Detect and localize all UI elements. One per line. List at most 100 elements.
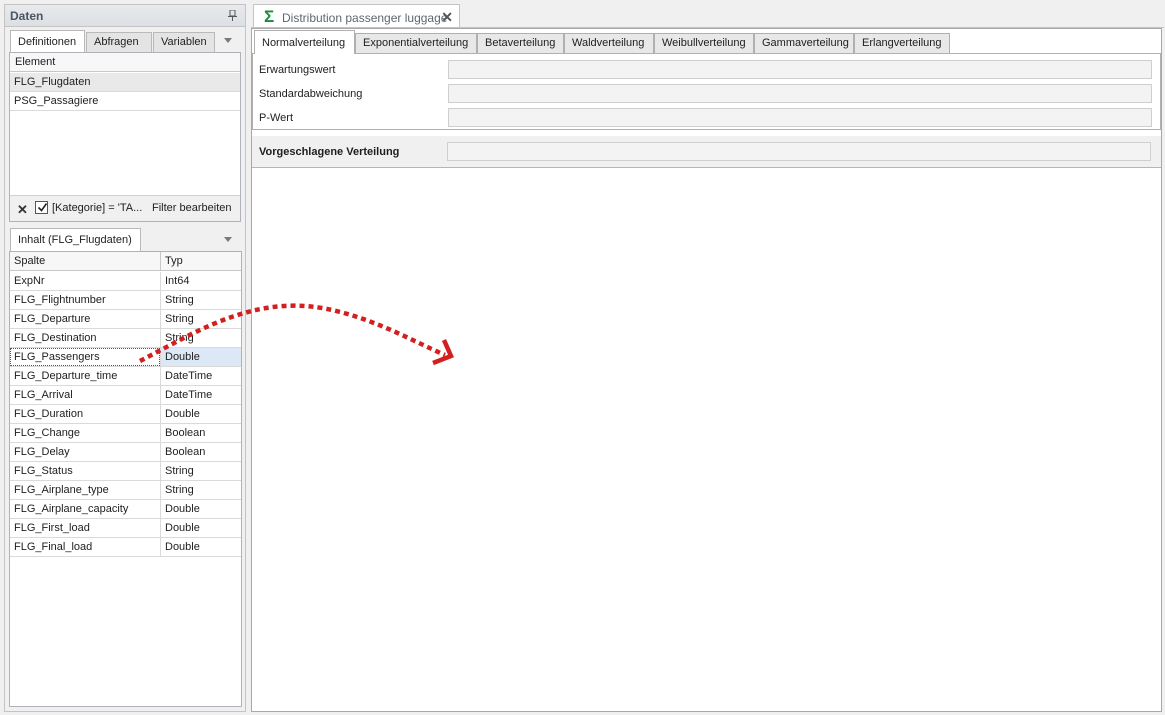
column-type: Boolean (165, 427, 206, 439)
suggested-distribution-label: Vorgeschlagene Verteilung (259, 146, 400, 158)
column-name: FLG_Final_load (14, 541, 93, 553)
column-name: FLG_Destination (14, 332, 97, 344)
normal-distribution-content: Erwartungswert Standardabweichung P-Wert (252, 53, 1161, 130)
sigma-icon: Σ (264, 7, 275, 26)
document-tab[interactable]: Σ Distribution passenger luggage ✕ (253, 4, 460, 28)
column-row[interactable]: FLG_Airplane_capacity Double (10, 500, 241, 519)
tab-label: Normalverteilung (262, 37, 346, 49)
column-name: FLG_Passengers (14, 351, 100, 363)
column-name: FLG_Airplane_capacity (14, 503, 129, 515)
column-type: DateTime (165, 370, 213, 382)
column-row[interactable]: FLG_Change Boolean (10, 424, 241, 443)
close-icon[interactable]: ✕ (441, 9, 453, 26)
column-row[interactable]: FLG_Airplane_type String (10, 481, 241, 500)
tab-betaverteilung[interactable]: Betaverteilung (477, 33, 564, 53)
column-name: FLG_Delay (14, 446, 70, 458)
clear-filter-icon[interactable]: ✕ (17, 202, 28, 218)
tab-weibullverteilung[interactable]: Weibullverteilung (654, 33, 754, 53)
panel-title: Daten (10, 9, 44, 23)
column-type: String (165, 484, 194, 496)
filter-expression: [Kategorie] = 'TA... (52, 202, 143, 214)
column-name: FLG_Departure_time (14, 370, 118, 382)
distribution-panel: Normalverteilung Exponentialverteilung B… (251, 28, 1162, 712)
element-row-passagiere[interactable]: PSG_Passagiere (10, 92, 240, 111)
column-row[interactable]: FLG_Status String (10, 462, 241, 481)
column-row[interactable]: ExpNr Int64 (10, 272, 241, 291)
tab-label: Exponentialverteilung (363, 37, 469, 49)
tab-label: Variablen (161, 36, 207, 48)
column-row[interactable]: FLG_Arrival DateTime (10, 386, 241, 405)
column-type: Double (165, 541, 200, 553)
column-type: Double (165, 408, 200, 420)
standardabweichung-label: Standardabweichung (259, 88, 363, 100)
tab-waldverteilung[interactable]: Waldverteilung (564, 33, 654, 53)
content-dropdown-icon[interactable] (224, 237, 232, 242)
column-header-spalte: Spalte (14, 255, 46, 267)
definition-tabs: Definitionen Abfragen Variablen (10, 30, 240, 53)
column-name: FLG_First_load (14, 522, 90, 534)
element-grid-header: Element (10, 53, 240, 72)
column-name: FLG_Change (14, 427, 81, 439)
column-type: Int64 (165, 275, 190, 287)
column-name: FLG_Duration (14, 408, 84, 420)
tab-definitionen[interactable]: Definitionen (10, 30, 85, 53)
column-type: String (165, 465, 194, 477)
column-name: ExpNr (14, 275, 45, 287)
column-row[interactable]: FLG_Passengers Double (10, 348, 241, 367)
edit-filter-link[interactable]: Filter bearbeiten (152, 202, 232, 214)
element-row-flugdaten[interactable]: FLG_Flugdaten (10, 73, 240, 92)
column-type: String (165, 294, 194, 306)
column-row[interactable]: FLG_Delay Boolean (10, 443, 241, 462)
column-row[interactable]: FLG_Departure String (10, 310, 241, 329)
column-row[interactable]: FLG_Departure_time DateTime (10, 367, 241, 386)
column-type: String (165, 313, 194, 325)
column-row[interactable]: FLG_Flightnumber String (10, 291, 241, 310)
data-panel: Daten Definitionen Abfragen Variablen El… (4, 4, 246, 712)
erwartungswert-field (448, 60, 1152, 79)
tab-gammaverteilung[interactable]: Gammaverteilung (754, 33, 854, 53)
tab-label: Waldverteilung (572, 37, 645, 49)
column-type: DateTime (165, 389, 213, 401)
column-header-element: Element (15, 56, 56, 68)
filter-enabled-checkbox[interactable] (35, 201, 48, 214)
drop-area[interactable] (252, 169, 1161, 711)
document-tab-title: Distribution passenger luggage (282, 11, 448, 25)
column-row[interactable]: FLG_Duration Double (10, 405, 241, 424)
tab-label: Abfragen (94, 36, 139, 48)
column-type: Double (165, 351, 200, 363)
p-wert-field (448, 108, 1152, 127)
column-type: Boolean (165, 446, 206, 458)
column-row[interactable]: FLG_Destination String (10, 329, 241, 348)
column-type: String (165, 332, 194, 344)
tab-label: Definitionen (18, 36, 77, 48)
p-wert-label: P-Wert (259, 112, 294, 124)
suggested-distribution-field (447, 142, 1151, 161)
erwartungswert-label: Erwartungswert (259, 64, 336, 76)
columns-grid-header: Spalte Typ (10, 252, 241, 271)
column-name: FLG_Departure (14, 313, 91, 325)
tab-inhalt[interactable]: Inhalt (FLG_Flugdaten) (10, 228, 141, 251)
tab-variablen[interactable]: Variablen (153, 32, 215, 53)
element-name: FLG_Flugdaten (14, 76, 91, 88)
standardabweichung-field (448, 84, 1152, 103)
column-row[interactable]: FLG_Final_load Double (10, 538, 241, 557)
tabs-dropdown-icon[interactable] (224, 38, 232, 43)
tab-label: Inhalt (FLG_Flugdaten) (18, 234, 132, 246)
tab-erlangverteilung[interactable]: Erlangverteilung (854, 33, 950, 53)
column-name: FLG_Airplane_type (14, 484, 109, 496)
element-name: PSG_Passagiere (14, 95, 99, 107)
column-name: FLG_Status (14, 465, 73, 477)
columns-grid: Spalte Typ ExpNr Int64 FLG_Flightnumber Str… (9, 251, 242, 707)
tab-label: Weibullverteilung (662, 37, 746, 49)
column-header-typ: Typ (165, 255, 183, 267)
tab-abfragen[interactable]: Abfragen (86, 32, 152, 53)
tab-label: Gammaverteilung (762, 37, 849, 49)
column-type: Double (165, 503, 200, 515)
tab-label: Betaverteilung (485, 37, 556, 49)
tab-exponentialverteilung[interactable]: Exponentialverteilung (355, 33, 477, 53)
suggested-distribution-bar: Vorgeschlagene Verteilung (252, 136, 1161, 168)
column-name: FLG_Arrival (14, 389, 73, 401)
column-row[interactable]: FLG_First_load Double (10, 519, 241, 538)
pin-icon[interactable] (228, 10, 237, 21)
tab-normalverteilung[interactable]: Normalverteilung (254, 30, 355, 54)
